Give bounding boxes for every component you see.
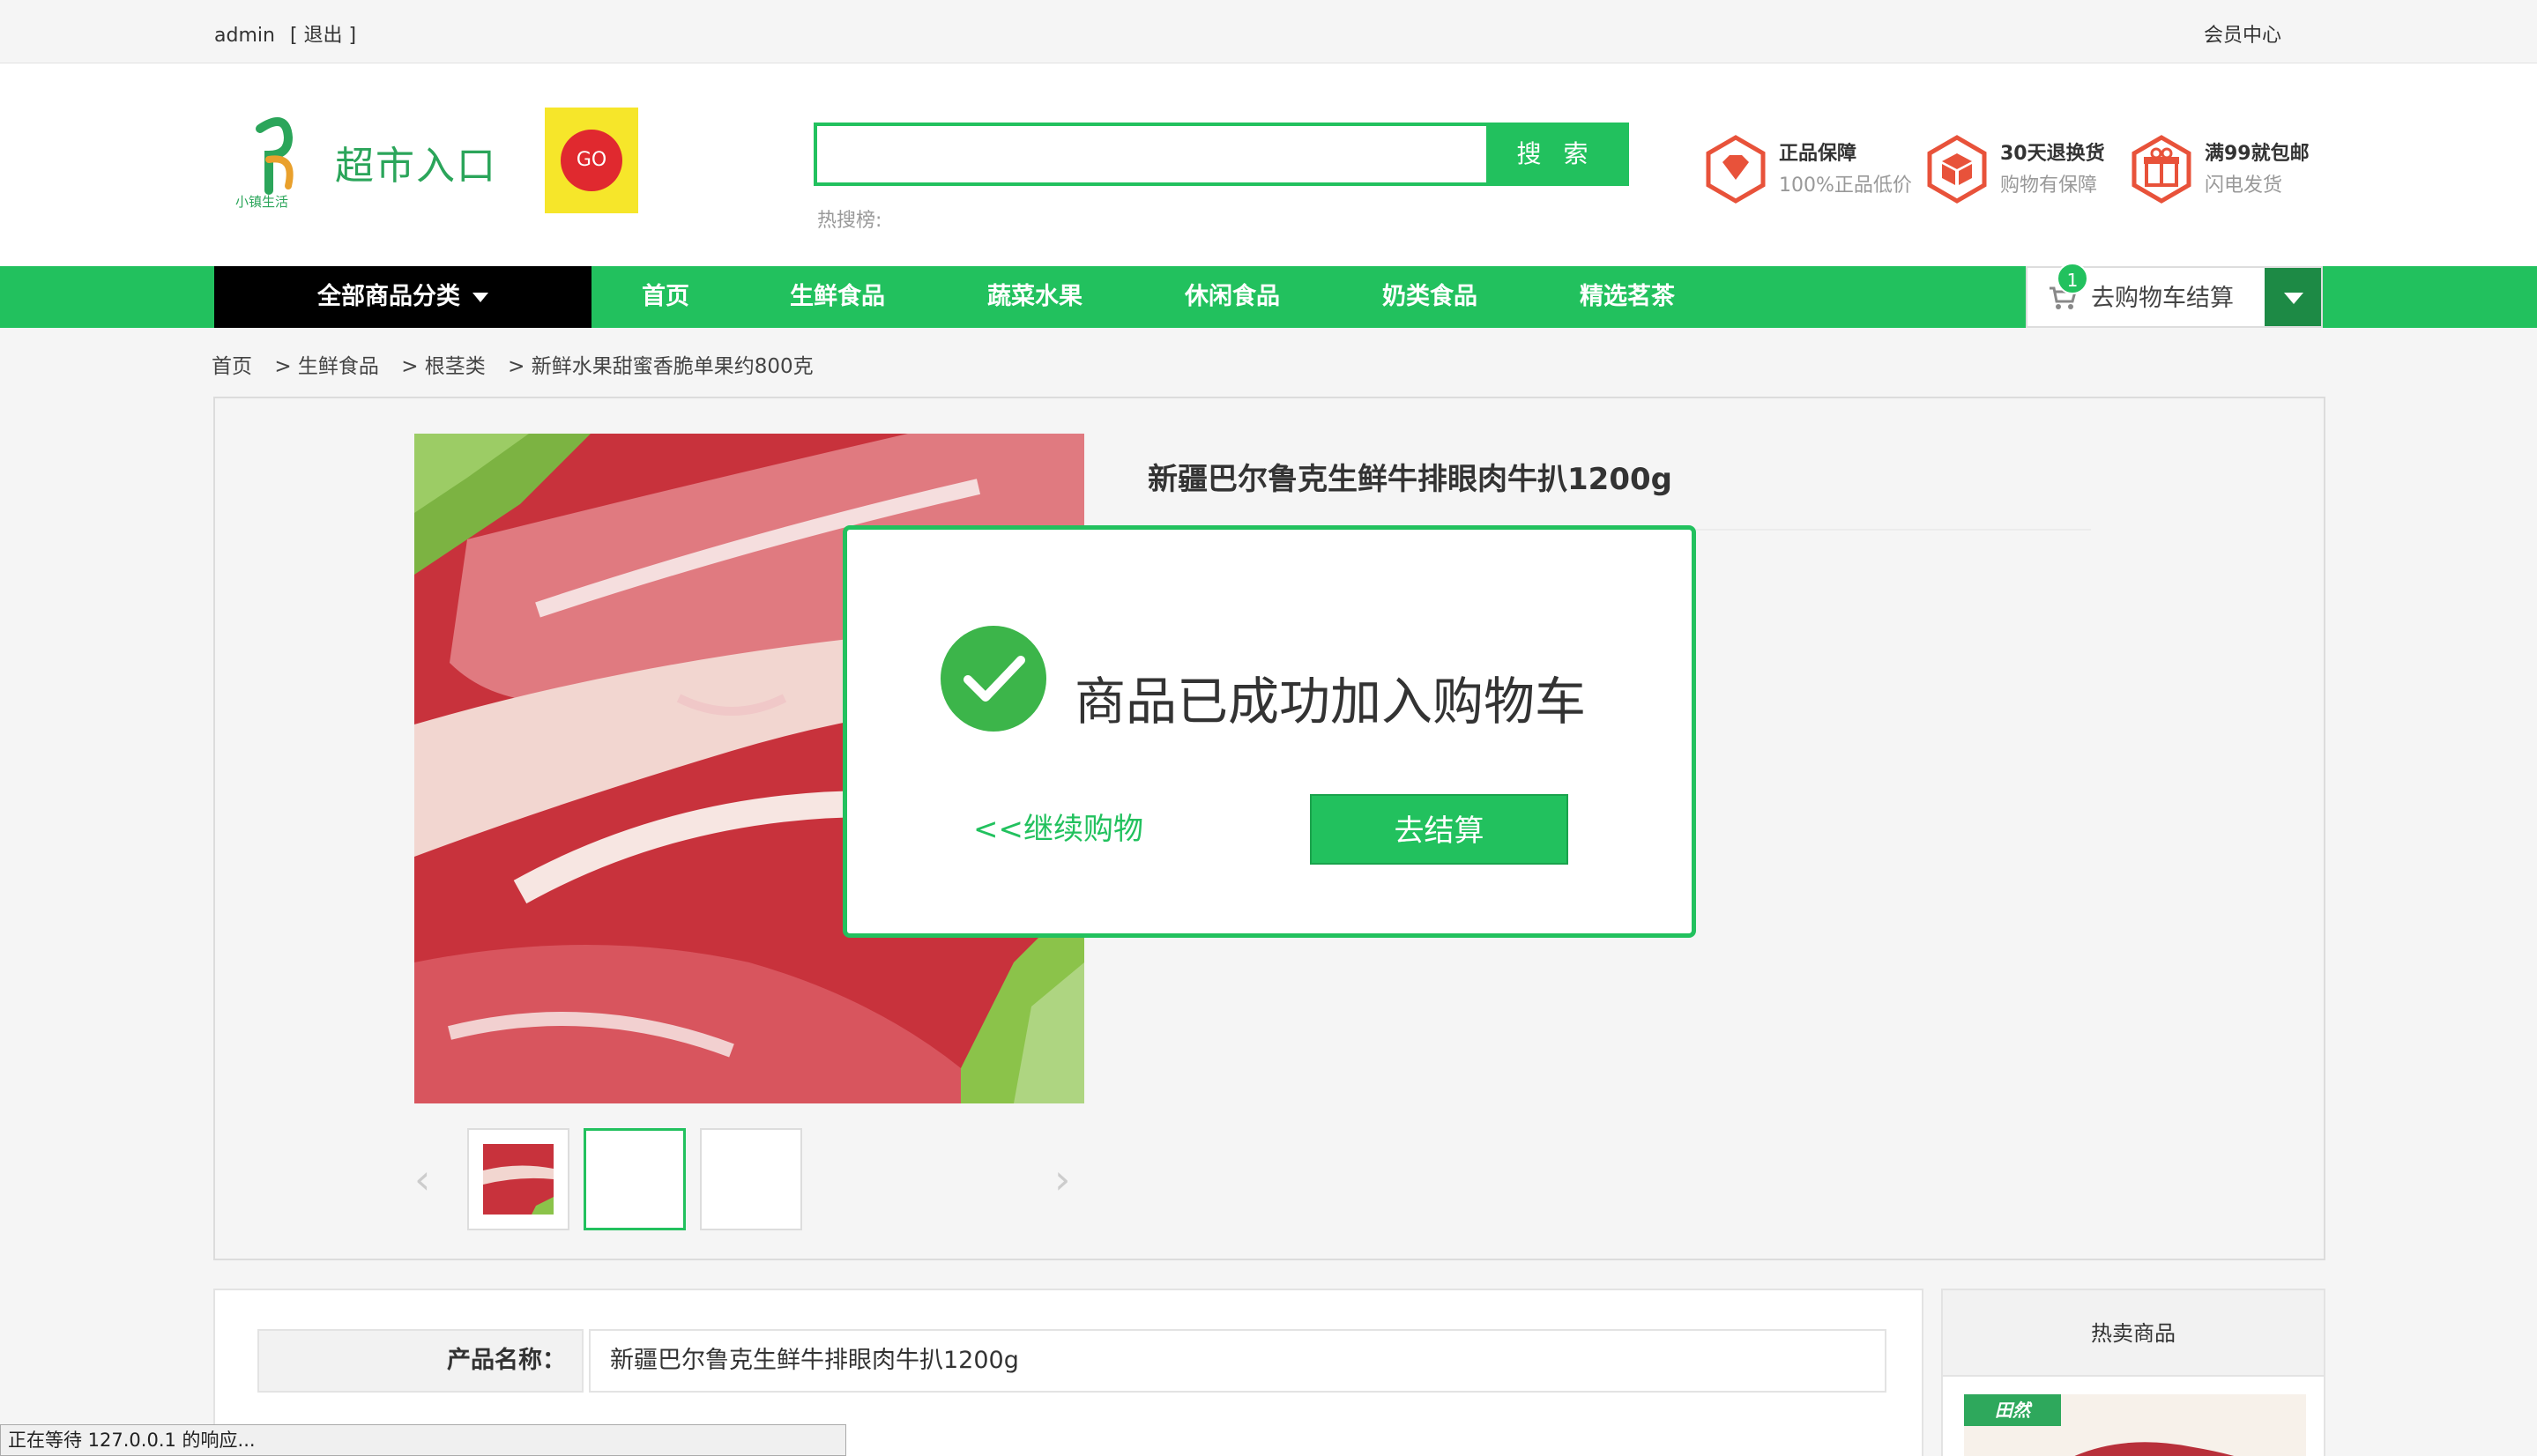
product-title: 新疆巴尔鲁克生鲜牛排眼肉牛扒1200g <box>1148 462 1672 497</box>
logout-link[interactable]: [ 退出 ] <box>290 25 356 47</box>
continue-shopping-link[interactable]: <<继续购物 <box>973 805 1143 848</box>
breadcrumb-root[interactable]: > 根茎类 <box>401 355 486 378</box>
breadcrumb-fresh[interactable]: > 生鲜食品 <box>274 355 379 378</box>
nav-item-tea[interactable]: 精选茗茶 <box>1580 266 1675 328</box>
promo-title: 正品保障 <box>1779 143 1857 165</box>
nav-item-dairy[interactable]: 奶类食品 <box>1382 266 1477 328</box>
promo-subtitle: 100%正品低价 <box>1779 175 1912 197</box>
cart-button[interactable]: 1 去购物车结算 <box>2026 263 2323 328</box>
nav-item-snacks[interactable]: 休闲食品 <box>1185 266 1280 328</box>
gift-icon <box>2132 135 2191 204</box>
detail-label: 产品名称： <box>257 1329 584 1393</box>
search-box: 搜 索 <box>814 123 1629 186</box>
promo-title: 满99就包邮 <box>2205 143 2310 165</box>
logo-mark-icon: 小镇生活 <box>235 117 294 208</box>
cart-count-badge: 1 <box>2057 263 2088 294</box>
all-categories-label: 全部商品分类 <box>317 283 460 310</box>
main-nav: 全部商品分类 首页 生鲜食品 蔬菜水果 休闲食品 奶类食品 精选茗茶 1 去购物… <box>0 263 2537 328</box>
hot-search-label: 热搜榜: <box>817 210 882 232</box>
box-icon <box>1927 135 1987 204</box>
added-to-cart-modal: 商品已成功加入购物车 <<继续购物 去结算 <box>843 525 1696 938</box>
promo-subtitle: 购物有保障 <box>2000 175 2098 197</box>
chevron-right-icon[interactable]: › <box>1054 1159 1081 1200</box>
header: 小镇生活 超市入口 GO 搜 索 热搜榜: 正品保障 100%正品低价 30天退… <box>0 63 2537 266</box>
thumbnail-2[interactable] <box>584 1128 686 1230</box>
cart-main[interactable]: 1 去购物车结算 <box>2027 263 2265 326</box>
success-message: 商品已成功加入购物车 <box>1075 672 1587 732</box>
top-bar: admin [ 退出 ] 会员中心 <box>0 0 2537 63</box>
logo-text: 超市入口 <box>335 144 497 189</box>
member-center-link[interactable]: 会员中心 <box>2204 19 2281 48</box>
beef-thumbnail-image <box>483 1144 554 1215</box>
nav-item-vegetables[interactable]: 蔬菜水果 <box>987 266 1083 328</box>
checkout-button[interactable]: 去结算 <box>1310 794 1568 865</box>
nav-item-home[interactable]: 首页 <box>642 266 689 328</box>
hot-products-sidebar: 热卖商品 田然 <box>1941 1289 2325 1456</box>
hot-products-title: 热卖商品 <box>1943 1290 2324 1377</box>
logo-go-badge: GO <box>545 108 638 213</box>
thumbnail-1[interactable] <box>467 1128 569 1230</box>
chevron-left-icon[interactable]: ‹ <box>414 1159 441 1200</box>
cart-label: 去购物车结算 <box>2091 285 2234 312</box>
all-categories-button[interactable]: 全部商品分类 <box>214 266 591 328</box>
breadcrumb-home[interactable]: 首页 <box>212 355 252 378</box>
promo-subtitle: 闪电发货 <box>2205 175 2283 197</box>
promo-title: 30天退换货 <box>2000 143 2105 165</box>
search-input[interactable] <box>817 126 1487 182</box>
breadcrumb: 首页 > 生鲜食品 > 根茎类 > 新鲜水果甜蜜香脆单果约800克 <box>212 349 830 379</box>
breadcrumb-current: > 新鲜水果甜蜜香脆单果约800克 <box>508 355 814 378</box>
hot-product-image[interactable]: 田然 <box>1964 1394 2306 1456</box>
detail-row: 产品名称： 新疆巴尔鲁克生鲜牛排眼肉牛扒1200g <box>257 1329 1886 1393</box>
thumbnail-strip: ‹ › <box>414 1128 1084 1234</box>
browser-status-bar: 正在等待 127.0.0.1 的响应... <box>0 1424 846 1456</box>
check-circle-icon <box>941 626 1046 732</box>
hot-product-beef-image <box>2074 1442 2235 1456</box>
detail-value: 新疆巴尔鲁克生鲜牛排眼肉牛扒1200g <box>589 1329 1886 1393</box>
search-button[interactable]: 搜 索 <box>1486 126 1626 182</box>
diamond-icon <box>1706 135 1766 204</box>
user-info: admin [ 退出 ] <box>214 19 365 48</box>
username: admin <box>214 25 275 47</box>
logo-go-icon: GO <box>561 130 622 191</box>
cart-dropdown-arrow-icon[interactable] <box>2265 268 2321 326</box>
thumbnail-3[interactable] <box>700 1128 802 1230</box>
site-logo[interactable]: 小镇生活 超市入口 GO <box>234 108 639 213</box>
svg-text:小镇生活: 小镇生活 <box>235 194 288 208</box>
caret-down-icon <box>472 293 488 302</box>
nav-item-fresh[interactable]: 生鲜食品 <box>790 266 885 328</box>
